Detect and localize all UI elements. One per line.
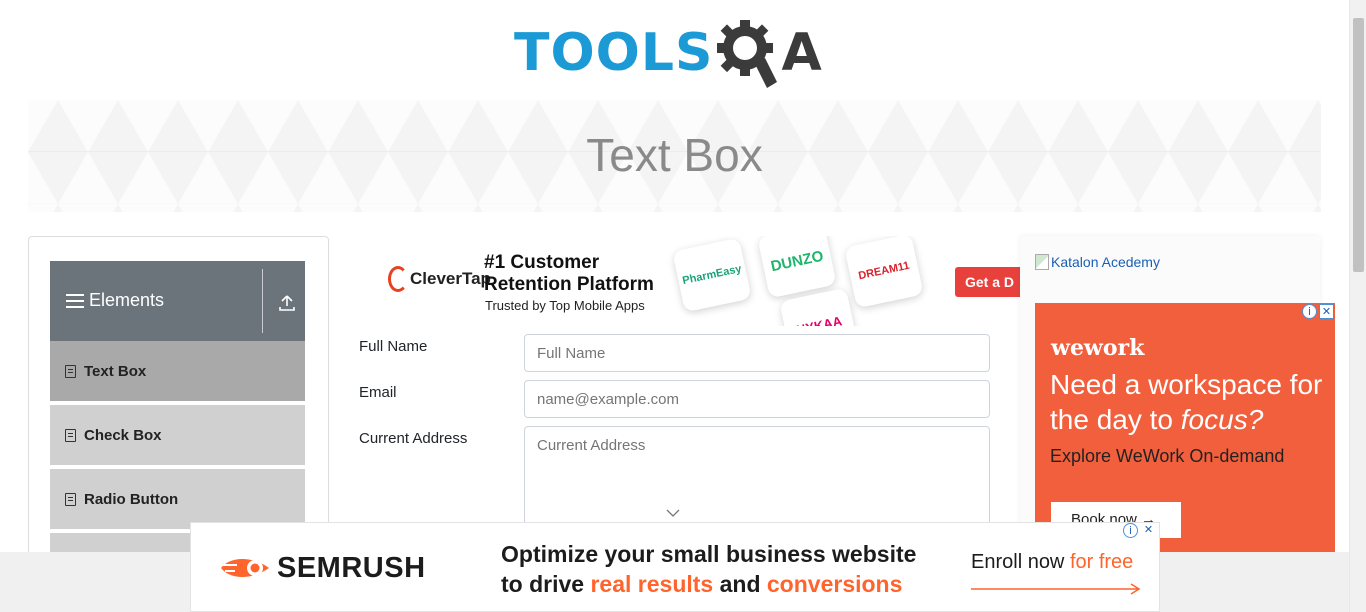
clevertap-logo: CleverTap xyxy=(388,266,491,292)
sidebar-item-text-box[interactable]: Text Box xyxy=(50,341,305,403)
line2-highlight-2: conversions xyxy=(766,571,903,597)
header-divider xyxy=(262,269,263,333)
sidebar-item-label: Radio Button xyxy=(84,490,179,508)
semrush-headline: Optimize your small business website to … xyxy=(501,539,916,599)
gear-magnifier-icon xyxy=(717,20,778,88)
enroll-highlight: for free xyxy=(1069,551,1134,573)
broken-image-icon xyxy=(1035,254,1049,270)
long-arrow-right-icon xyxy=(971,583,1141,595)
ad-headline-line1: #1 Customer xyxy=(484,252,600,273)
page: TOOLS A Text Box Elements Text Box Check… xyxy=(0,0,1366,612)
email-label: Email xyxy=(359,384,397,401)
wework-headline-em: focus? xyxy=(1180,404,1264,435)
ad-headline-line2: Retention Platform xyxy=(484,274,654,295)
scrollbar-thumb[interactable] xyxy=(1353,18,1364,272)
line2-text-a: to drive xyxy=(501,571,591,597)
html-doc-icon xyxy=(65,364,76,378)
html-doc-icon xyxy=(65,492,76,506)
ad-close-icon[interactable]: ✕ xyxy=(1141,523,1156,538)
wework-logo: wework xyxy=(1051,335,1145,361)
dream11-tile: DREAM11 xyxy=(844,236,924,309)
full-name-input[interactable] xyxy=(524,334,990,372)
page-title: Text Box xyxy=(586,129,763,181)
clevertap-ring-icon xyxy=(388,266,408,292)
wework-headline: Need a workspace for the day to focus? xyxy=(1050,367,1330,437)
get-demo-button[interactable]: Get a D xyxy=(955,267,1020,297)
chevron-down-icon[interactable] xyxy=(666,508,680,518)
current-address-textarea[interactable] xyxy=(524,426,990,536)
html-doc-icon xyxy=(65,428,76,442)
semrush-logo: SEMRUSH xyxy=(219,551,426,585)
ad-subline: Trusted by Top Mobile Apps xyxy=(485,298,645,313)
semrush-fire-icon xyxy=(221,558,269,578)
logo-text: TOOLS xyxy=(514,23,714,83)
sidebar-item-check-box[interactable]: Check Box xyxy=(50,405,305,467)
collapse-upload-icon[interactable] xyxy=(278,294,296,312)
enroll-text: Enroll now xyxy=(971,551,1070,573)
katalon-alt-text: Katalon Acedemy xyxy=(1051,254,1160,270)
semrush-ad[interactable]: SEMRUSH Optimize your small business web… xyxy=(190,522,1160,612)
clevertap-ad[interactable]: CleverTap #1 Customer Retention Platform… xyxy=(360,236,1020,326)
page-banner: Text Box xyxy=(28,100,1321,212)
wework-subline: Explore WeWork On-demand xyxy=(1050,446,1285,466)
full-name-label: Full Name xyxy=(359,338,428,355)
group-title: Elements xyxy=(89,290,165,310)
line2-highlight-1: real results xyxy=(590,571,714,597)
katalon-ad-link[interactable]: Katalon Acedemy xyxy=(1035,254,1160,270)
ad-headline: #1 Customer Retention Platform xyxy=(484,252,654,296)
sidebar-item-label: Check Box xyxy=(84,426,162,444)
toolsqa-logo[interactable]: TOOLS A xyxy=(514,14,822,92)
page-scrollbar[interactable] xyxy=(1349,0,1366,612)
sidebar-item-label: Text Box xyxy=(84,362,147,380)
dunzo-tile: DUNZO xyxy=(757,236,837,299)
semrush-line1: Optimize your small business website xyxy=(501,541,917,567)
logo-suffix: A xyxy=(781,23,822,83)
elements-group-header[interactable]: Elements xyxy=(50,261,305,341)
line2-text-b: and xyxy=(713,571,767,597)
ad-info-icon[interactable]: i xyxy=(1302,304,1317,319)
semrush-line2: to drive real results and conversions xyxy=(501,569,916,599)
enroll-cta[interactable]: Enroll now for free xyxy=(971,551,1133,574)
current-address-label: Current Address xyxy=(359,430,468,447)
clevertap-brand: CleverTap xyxy=(410,269,491,288)
pharmeasy-tile: PharmEasy xyxy=(672,237,752,313)
hamburger-icon xyxy=(66,294,84,308)
email-input[interactable] xyxy=(524,380,990,418)
semrush-brand: SEMRUSH xyxy=(277,551,426,584)
ad-info-icon[interactable]: i xyxy=(1123,523,1138,538)
ad-close-icon[interactable]: ✕ xyxy=(1319,304,1334,319)
